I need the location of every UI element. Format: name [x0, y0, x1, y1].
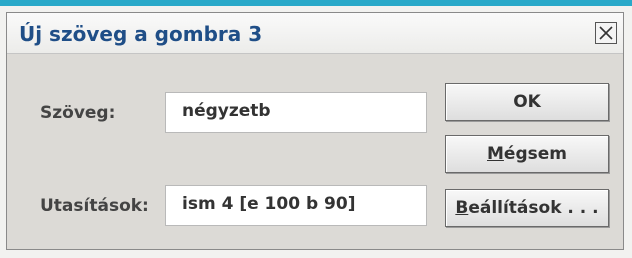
new-button-text-dialog: Új szöveg a gombra 3 Szöveg: négyzetb Ut…: [6, 12, 624, 250]
cancel-button[interactable]: Mégsem: [445, 135, 609, 173]
dialog-title: Új szöveg a gombra 3: [19, 22, 263, 46]
window-top-accent: [0, 0, 632, 6]
instructions-label: Utasítások:: [40, 196, 149, 216]
close-button[interactable]: [595, 22, 617, 44]
close-icon: [599, 26, 613, 40]
text-input[interactable]: négyzetb: [165, 92, 427, 133]
cancel-mnemonic: M: [487, 144, 504, 164]
settings-mnemonic: B: [455, 198, 469, 218]
instructions-input[interactable]: ism 4 [e 100 b 90]: [165, 185, 427, 226]
text-label: Szöveg:: [40, 103, 116, 123]
cancel-button-label: égsem: [503, 144, 567, 164]
ok-button-label: OK: [513, 92, 541, 112]
title-bar: Új szöveg a gombra 3: [7, 13, 623, 54]
settings-button-label: eállítások . . .: [468, 198, 599, 218]
ok-button[interactable]: OK: [445, 83, 609, 121]
settings-button[interactable]: Beállítások . . .: [445, 189, 609, 227]
